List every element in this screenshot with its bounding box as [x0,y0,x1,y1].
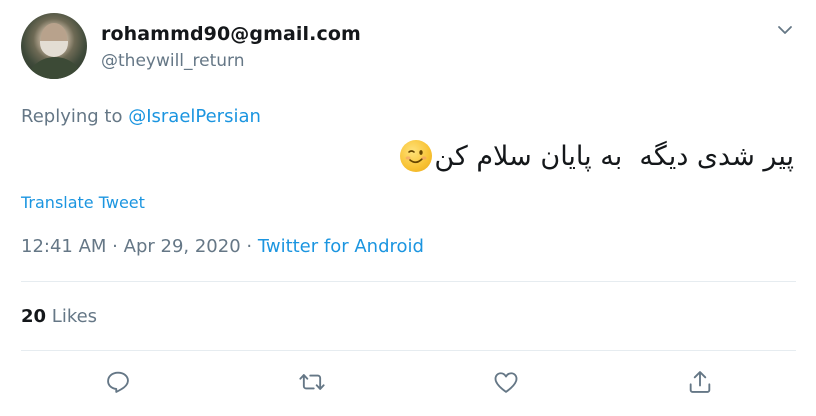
meta-separator: · [240,236,258,257]
replying-to: Replying to @IsraelPersian [21,106,261,127]
replying-to-prefix: Replying to [21,106,129,127]
reply-icon[interactable] [104,368,132,396]
divider [21,350,796,351]
avatar[interactable] [21,13,87,79]
chevron-down-icon[interactable] [775,20,795,40]
likes-count: 20 [21,306,47,327]
tweet-metadata: 12:41 AM · Apr 29, 2020 · Twitter for An… [21,236,424,257]
tweet-body: پیر شدی دیگه به پایان سلام کن [434,140,794,172]
avatar-body-shape [25,57,85,79]
winking-face-icon [400,140,433,172]
likes-label: Likes [46,306,98,327]
likes-stat[interactable]: 20 Likes [21,306,97,327]
like-icon[interactable] [492,368,520,396]
meta-separator: · [106,236,124,257]
avatar-beard-shape [40,41,68,57]
tweet-source-link[interactable]: Twitter for Android [258,236,424,257]
tweet-date[interactable]: Apr 29, 2020 [124,236,241,257]
replying-to-handle-link[interactable]: @IsraelPersian [128,106,261,127]
divider [21,281,796,282]
retweet-icon[interactable] [298,368,326,396]
tweet-time[interactable]: 12:41 AM [21,236,106,257]
user-handle[interactable]: @theywill_return [101,51,245,71]
share-icon[interactable] [686,368,714,396]
translate-tweet-link[interactable]: Translate Tweet [21,193,145,212]
display-name[interactable]: rohammd90@gmail.com [101,23,361,45]
tweet-text: پیر شدی دیگه به پایان سلام کن [400,140,794,172]
